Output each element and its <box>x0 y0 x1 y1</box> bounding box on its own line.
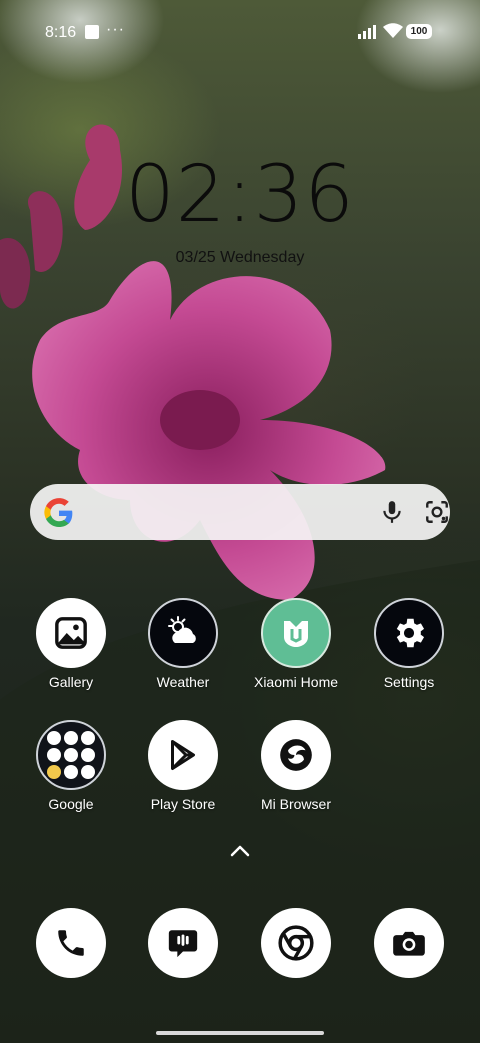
google-lens-icon[interactable] <box>424 499 450 525</box>
wifi-icon <box>383 23 403 38</box>
app-folder-google[interactable]: Google <box>16 720 126 812</box>
dock-messages[interactable] <box>128 908 238 978</box>
messages-icon[interactable] <box>148 908 218 978</box>
app-label: Gallery <box>48 674 94 690</box>
home-indicator[interactable] <box>156 1031 324 1035</box>
google-g-icon <box>44 498 73 527</box>
signal-icon <box>358 25 376 39</box>
dock-chrome[interactable] <box>241 908 351 978</box>
app-drawer-chevron-up-icon[interactable] <box>229 843 251 859</box>
gear-icon[interactable] <box>374 598 444 668</box>
app-label: Settings <box>383 674 435 690</box>
date-label[interactable]: 03/25 Wednesday <box>0 249 480 267</box>
app-label: Weather <box>156 674 210 690</box>
xiaomi-home-icon[interactable] <box>261 598 331 668</box>
more-notifications-icon: ··· <box>106 21 125 38</box>
clock-widget[interactable]: 02:36 <box>0 150 480 240</box>
chrome-icon[interactable] <box>261 908 331 978</box>
weather-icon[interactable] <box>148 598 218 668</box>
phone-icon[interactable] <box>36 908 106 978</box>
battery-icon: 100 <box>406 24 432 39</box>
camera-icon[interactable] <box>374 908 444 978</box>
app-gallery[interactable]: Gallery <box>16 598 126 690</box>
dock-camera[interactable] <box>354 908 464 978</box>
google-search-bar[interactable] <box>30 484 450 540</box>
app-mi-browser[interactable]: Mi Browser <box>241 720 351 812</box>
app-weather[interactable]: Weather <box>128 598 238 690</box>
app-settings[interactable]: Settings <box>354 598 464 690</box>
play-store-icon[interactable] <box>148 720 218 790</box>
app-xiaomi-home[interactable]: Xiaomi Home <box>241 598 351 690</box>
app-play-store[interactable]: Play Store <box>128 720 238 812</box>
dock-phone[interactable] <box>16 908 126 978</box>
app-label: Google <box>48 796 94 812</box>
status-bar: 8:16 ··· 100 <box>0 0 480 64</box>
google-folder-icon[interactable] <box>36 720 106 790</box>
gallery-icon[interactable] <box>36 598 106 668</box>
notification-icon <box>85 25 99 39</box>
mi-browser-icon[interactable] <box>261 720 331 790</box>
status-time: 8:16 <box>45 24 77 41</box>
app-label: Mi Browser <box>260 796 331 812</box>
app-label: Xiaomi Home <box>253 674 339 690</box>
app-label: Play Store <box>150 796 216 812</box>
mic-icon[interactable] <box>379 499 405 525</box>
